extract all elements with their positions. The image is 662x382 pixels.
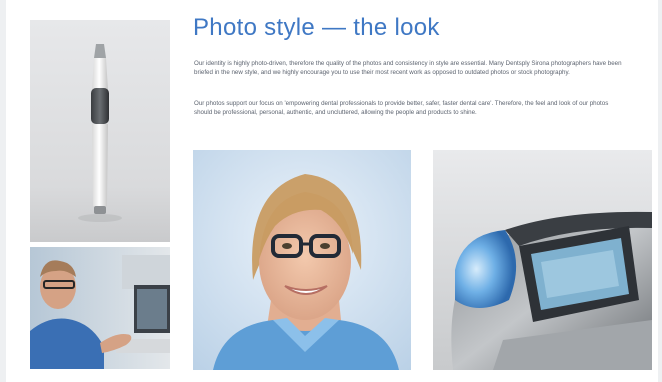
focus-paragraph: Our photos support our focus on 'empower… xyxy=(194,100,609,117)
page-title: Photo style — the look xyxy=(193,14,440,41)
technician-photo xyxy=(30,247,170,369)
dental-machine-photo xyxy=(433,150,652,370)
dental-handpiece-photo xyxy=(30,20,170,242)
portrait-photo xyxy=(193,150,411,370)
intro-paragraph: Our identity is highly photo-driven, the… xyxy=(194,60,622,77)
